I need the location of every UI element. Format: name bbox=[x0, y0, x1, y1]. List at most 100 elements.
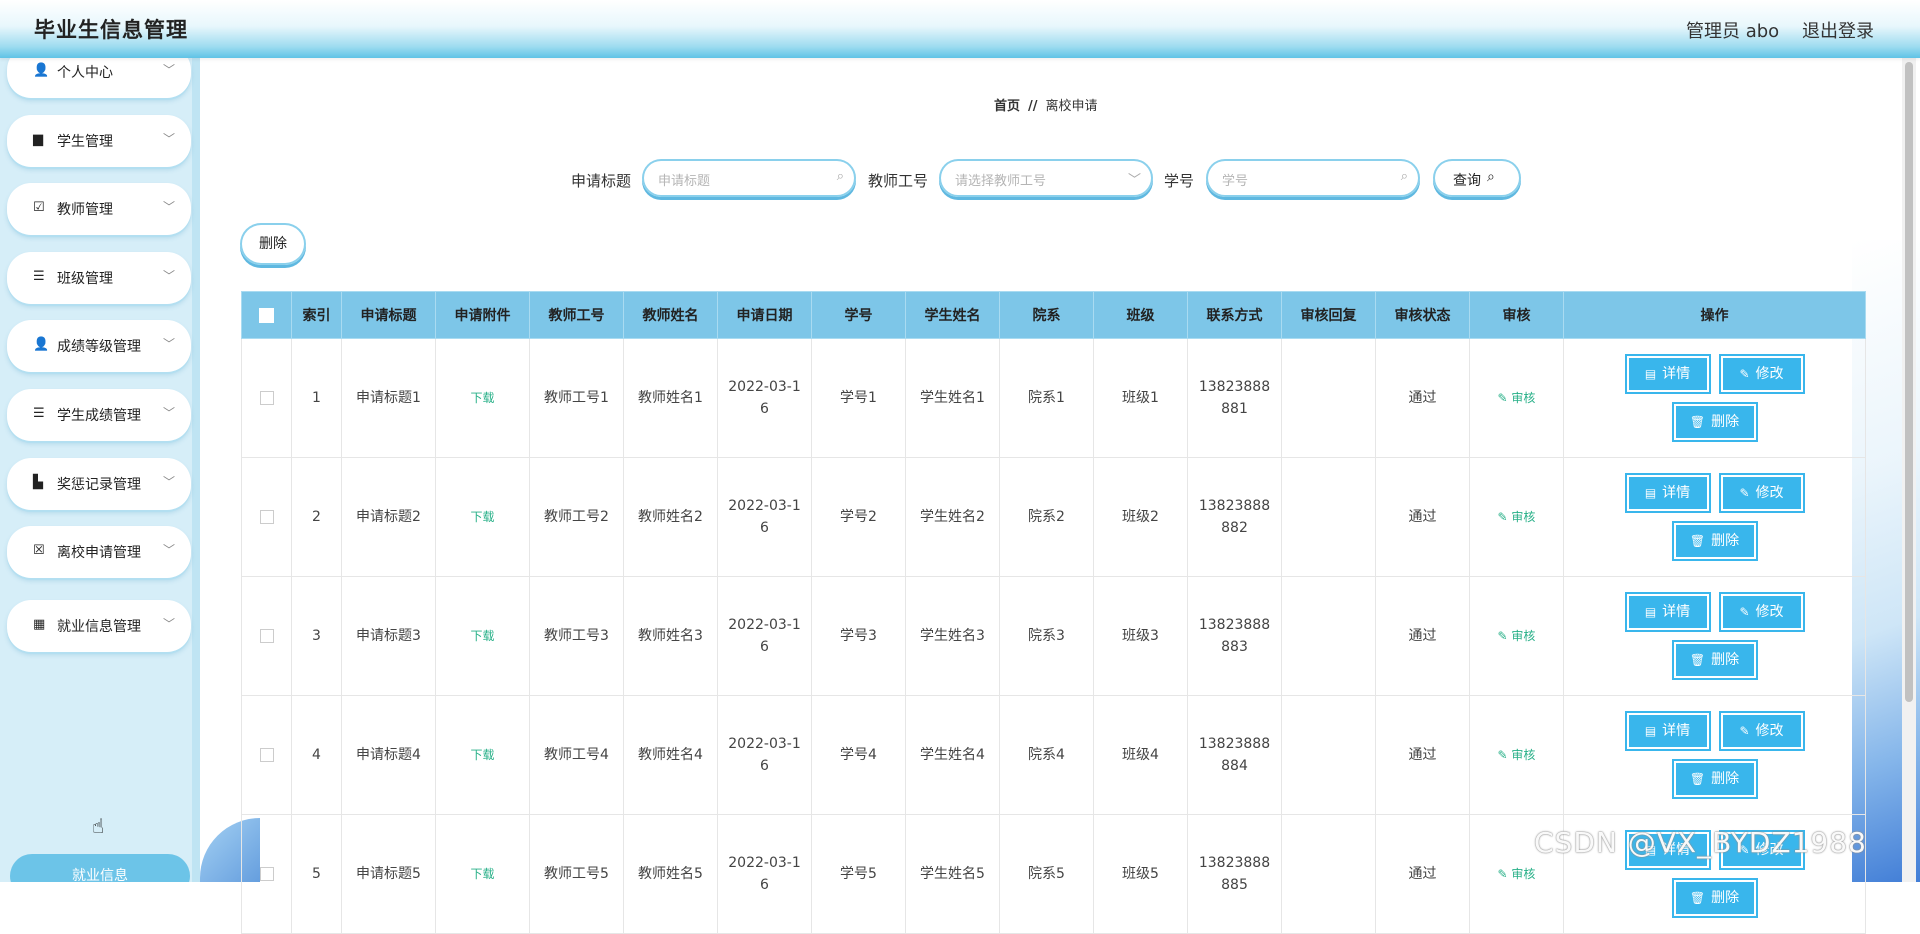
teacher-id-placeholder: 请选择教师工号 bbox=[955, 174, 1047, 189]
delete-button[interactable]: 🗑 删除 bbox=[1673, 880, 1756, 916]
search-icon: ⌕ bbox=[1487, 169, 1495, 185]
delete-button[interactable]: 🗑 删除 bbox=[1673, 523, 1756, 559]
title-cell: 申请标题4 bbox=[341, 695, 436, 815]
detail-button[interactable]: ▤ 详情 bbox=[1626, 475, 1709, 511]
chevron-down-icon: ﹀ bbox=[162, 617, 175, 631]
sidebar-item-label: 个人中心 bbox=[57, 65, 113, 81]
page-scrollbar-thumb[interactable] bbox=[1905, 62, 1913, 702]
delete-button[interactable]: 🗑 删除 bbox=[1673, 761, 1756, 797]
sidebar: 👤 个人中心 ﹀ ▆ 学生管理 ﹀ ☑ 教师管理 ﹀ ☰ 班级管理 ﹀ 👤 成绩等级管理 ﹀ ☰ 学生成绩管理 ﹀… bbox=[0, 58, 200, 882]
top-bar: 毕业生信息管理 管理员 abo 退出登录 bbox=[0, 0, 1920, 58]
edit-button[interactable]: ✎ 修改 bbox=[1720, 594, 1803, 630]
download-link[interactable]: 下载 bbox=[470, 629, 494, 643]
phone-line-2: 881 bbox=[1221, 401, 1248, 417]
department-cell: 院系2 bbox=[999, 457, 1094, 577]
sidebar-item[interactable]: ☑ 教师管理 ﹀ bbox=[7, 183, 191, 235]
audit-link[interactable]: ✎ 审核 bbox=[1498, 629, 1536, 643]
phone-line-1: 13823888 bbox=[1198, 855, 1271, 871]
index-cell: 2 bbox=[291, 457, 342, 577]
logout-link[interactable]: 退出登录 bbox=[1802, 17, 1874, 43]
row-checkbox[interactable] bbox=[259, 510, 274, 524]
app-title: 毕业生信息管理 bbox=[34, 18, 188, 42]
row-checkbox[interactable] bbox=[259, 629, 274, 643]
teacher-id-cell: 教师工号5 bbox=[529, 814, 624, 934]
sidebar-item[interactable]: ☰ 班级管理 ﹀ bbox=[7, 252, 191, 304]
delete-button[interactable]: 🗑 删除 bbox=[1673, 404, 1756, 440]
detail-button[interactable]: ▤ 详情 bbox=[1626, 713, 1709, 749]
clipboard-check-icon: ☑ bbox=[33, 200, 45, 215]
sidebar-item[interactable]: 👤 个人中心 ﹀ bbox=[7, 58, 191, 98]
sidebar-item[interactable]: ▦ 就业信息管理 ﹀ bbox=[7, 600, 191, 652]
audit-link[interactable]: ✎ 审核 bbox=[1498, 510, 1536, 524]
student-id-cell: 学号3 bbox=[811, 576, 906, 696]
title-search-input[interactable]: 申请标题 ⌕ bbox=[642, 159, 856, 197]
sidebar-item[interactable]: ▆ 学生管理 ﹀ bbox=[7, 115, 191, 167]
actions-cell: ▤ 详情 ✎ 修改 🗑 删除 bbox=[1563, 695, 1866, 815]
phone-line-1: 13823888 bbox=[1198, 736, 1271, 752]
sidebar-item[interactable]: ☰ 学生成绩管理 ﹀ bbox=[7, 389, 191, 441]
class-cell: 班级3 bbox=[1093, 576, 1188, 696]
audit-link[interactable]: ✎ 审核 bbox=[1498, 748, 1536, 762]
audit-cell: ✎ 审核 bbox=[1469, 457, 1564, 577]
table-row: 4 申请标题4 下载 教师工号4 教师姓名4 2022-03-1 6 学号4 学生姓名4 院系4 班… bbox=[241, 695, 1866, 815]
title-cell: 申请标题1 bbox=[341, 338, 436, 458]
detail-button-label: 详情 bbox=[1662, 485, 1691, 501]
edit-button[interactable]: ✎ 修改 bbox=[1720, 713, 1803, 749]
phone-cell: 13823888 882 bbox=[1187, 457, 1282, 577]
delete-button-label: 删除 bbox=[1711, 652, 1740, 668]
detail-button[interactable]: ▤ 详情 bbox=[1626, 356, 1709, 392]
edit-button-label: 修改 bbox=[1755, 723, 1784, 739]
attachment-cell: 下载 bbox=[435, 695, 530, 815]
download-link[interactable]: 下载 bbox=[470, 867, 494, 881]
document-icon: ▤ bbox=[1644, 605, 1657, 619]
breadcrumb-home[interactable]: 首页 bbox=[994, 99, 1020, 114]
column-header: 审核状态 bbox=[1375, 291, 1470, 339]
table-row: 2 申请标题2 下载 教师工号2 教师姓名2 2022-03-1 6 学号2 学生姓名2 院系2 班… bbox=[241, 457, 1866, 577]
date-line-1: 2022-03-1 bbox=[728, 617, 801, 633]
date-cell: 2022-03-1 6 bbox=[717, 814, 812, 934]
sidebar-item[interactable]: 👤 成绩等级管理 ﹀ bbox=[7, 320, 191, 372]
teacher-name-cell: 教师姓名3 bbox=[623, 576, 718, 696]
sidebar-item[interactable]: ☒ 离校申请管理 ﹀ bbox=[7, 526, 191, 578]
chevron-down-icon: ﹀ bbox=[162, 475, 175, 489]
list-icon: ☰ bbox=[33, 406, 45, 421]
download-link[interactable]: 下载 bbox=[470, 391, 494, 405]
department-cell: 院系5 bbox=[999, 814, 1094, 934]
row-select-cell bbox=[241, 457, 292, 577]
sidebar-item-label: 学生管理 bbox=[57, 134, 113, 150]
edit-button-label: 修改 bbox=[1755, 604, 1784, 620]
audit-link[interactable]: ✎ 审核 bbox=[1498, 391, 1536, 405]
row-checkbox[interactable] bbox=[259, 867, 274, 881]
row-checkbox[interactable] bbox=[259, 391, 274, 405]
teacher-id-cell: 教师工号3 bbox=[529, 576, 624, 696]
detail-button-label: 详情 bbox=[1662, 604, 1691, 620]
download-link[interactable]: 下载 bbox=[470, 510, 494, 524]
audit-cell: ✎ 审核 bbox=[1469, 338, 1564, 458]
column-header: 教师工号 bbox=[529, 291, 624, 339]
audit-link[interactable]: ✎ 审核 bbox=[1498, 867, 1536, 881]
row-select-cell bbox=[241, 814, 292, 934]
edit-icon: ✎ bbox=[1739, 486, 1750, 500]
teacher-id-select[interactable]: 请选择教师工号 ﹀ bbox=[939, 159, 1153, 197]
delete-button[interactable]: 🗑 删除 bbox=[1673, 642, 1756, 678]
date-line-2: 6 bbox=[760, 639, 769, 655]
sidebar-subitem-employment-info[interactable]: 就业信息 bbox=[10, 854, 190, 882]
download-link[interactable]: 下载 bbox=[470, 748, 494, 762]
row-checkbox[interactable] bbox=[259, 748, 274, 762]
phone-cell: 13823888 884 bbox=[1187, 695, 1282, 815]
sidebar-item[interactable]: ▙ 奖惩记录管理 ﹀ bbox=[7, 458, 191, 510]
class-cell: 班级2 bbox=[1093, 457, 1188, 577]
teacher-id-cell: 教师工号1 bbox=[529, 338, 624, 458]
bulk-delete-button[interactable]: 删除 bbox=[240, 223, 306, 265]
detail-button[interactable]: ▤ 详情 bbox=[1626, 594, 1709, 630]
date-cell: 2022-03-1 6 bbox=[717, 576, 812, 696]
query-button[interactable]: 查询 ⌕ bbox=[1433, 159, 1521, 197]
edit-button[interactable]: ✎ 修改 bbox=[1720, 475, 1803, 511]
select-all-checkbox[interactable] bbox=[259, 307, 274, 323]
student-id-cell: 学号1 bbox=[811, 338, 906, 458]
edit-button[interactable]: ✎ 修改 bbox=[1720, 356, 1803, 392]
status-cell: 通过 bbox=[1375, 457, 1470, 577]
class-cell: 班级1 bbox=[1093, 338, 1188, 458]
student-id-input[interactable]: 学号 ⌕ bbox=[1206, 159, 1420, 197]
chevron-down-icon: ﹀ bbox=[162, 63, 175, 77]
